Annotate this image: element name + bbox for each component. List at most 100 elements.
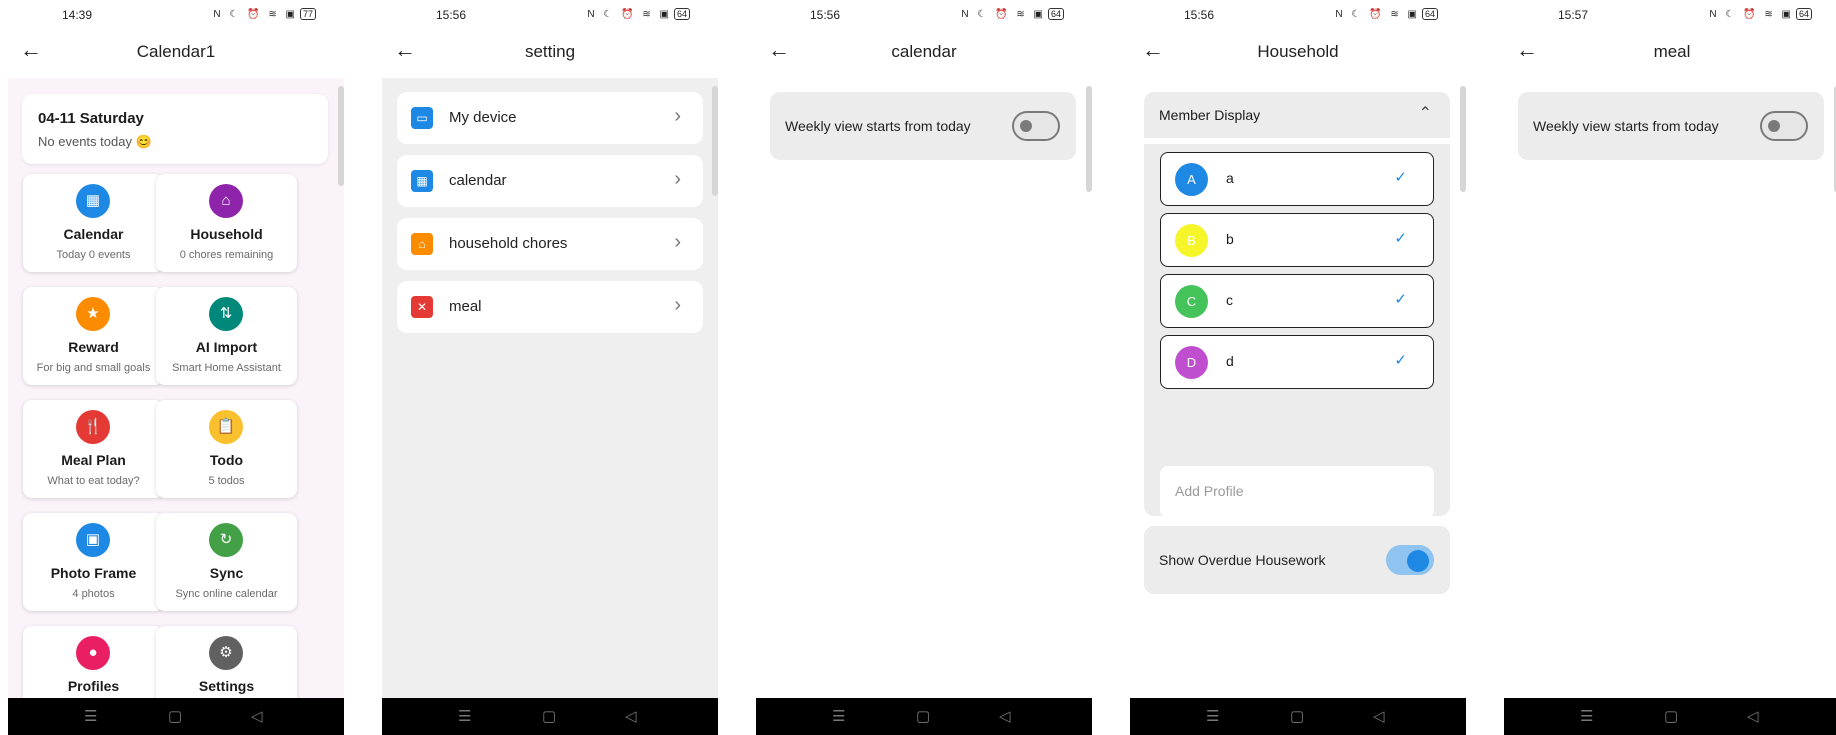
device-icon: ▭ xyxy=(411,107,433,129)
tile-name: Calendar xyxy=(63,226,124,242)
tile-reward[interactable]: ★ Reward For big and small goals xyxy=(23,287,164,385)
tile-household[interactable]: ⌂ Household 0 chores remaining xyxy=(156,174,297,272)
page-title: Household xyxy=(1257,42,1339,61)
tile-meal-plan[interactable]: 🍴 Meal Plan What to eat today? xyxy=(23,400,164,498)
back-button[interactable]: ◁ xyxy=(1747,707,1759,725)
member-name: d xyxy=(1226,353,1234,369)
status-icons: N ☾ ⏰ ≋ ▣ 64 xyxy=(1709,8,1812,20)
swap-icon: ⇅ xyxy=(209,297,243,331)
tile-subtitle: 0 chores remaining xyxy=(179,249,274,261)
recents-button[interactable]: ☰ xyxy=(84,707,97,725)
weekly-view-setting-row: Weekly view starts from today xyxy=(1518,92,1824,160)
back-button[interactable]: ◁ xyxy=(999,707,1011,725)
back-button[interactable]: ◁ xyxy=(1373,707,1385,725)
meal-settings-screen: 15:57 N ☾ ⏰ ≋ ▣ 64 ← meal Weekly view sta… xyxy=(1504,0,1836,735)
app-bar: ← meal xyxy=(1504,28,1836,74)
calendar-icon: ▦ xyxy=(411,170,433,192)
chevron-right-icon: › xyxy=(674,105,681,127)
person-icon: ● xyxy=(76,636,110,670)
avatar: D xyxy=(1175,346,1208,379)
recents-button[interactable]: ☰ xyxy=(458,707,471,725)
tile-subtitle: 5 todos xyxy=(208,475,245,487)
page-title: setting xyxy=(524,42,576,61)
today-card[interactable]: 04-11 Saturday No events today 😊 xyxy=(22,94,328,164)
scrollbar[interactable] xyxy=(1460,86,1466,192)
settings-row-label: meal xyxy=(449,298,482,315)
settings-row-label: household chores xyxy=(449,235,568,252)
scrollbar[interactable] xyxy=(712,86,718,196)
tile-photo-frame[interactable]: ▣ Photo Frame 4 photos xyxy=(23,513,164,611)
overdue-housework-toggle[interactable] xyxy=(1386,545,1434,575)
toggle-knob xyxy=(1768,120,1780,132)
home-button[interactable]: ▢ xyxy=(1290,707,1304,725)
meal-settings: Weekly view starts from today xyxy=(1504,78,1836,698)
status-bar: 15:56 N ☾ ⏰ ≋ ▣ 64 xyxy=(756,0,1092,28)
tile-todo[interactable]: 📋 Todo 5 todos xyxy=(156,400,297,498)
member-display-label: Member Display xyxy=(1159,107,1261,123)
weekly-view-setting-row: Weekly view starts from today xyxy=(770,92,1076,160)
home-button[interactable]: ▢ xyxy=(168,707,182,725)
tile-name: Reward xyxy=(68,339,119,355)
scrollbar[interactable] xyxy=(338,86,344,186)
scrollbar[interactable] xyxy=(1086,86,1092,192)
home-button[interactable]: ▢ xyxy=(916,707,930,725)
weekly-view-toggle[interactable] xyxy=(1012,111,1060,141)
tile-name: Todo xyxy=(209,452,244,468)
settings-row-my-device[interactable]: ▭ My device › xyxy=(397,92,703,144)
recents-button[interactable]: ☰ xyxy=(1580,707,1593,725)
app-bar: ← setting xyxy=(382,28,718,74)
dashboard: 04-11 Saturday No events today 😊 ▦ Calend… xyxy=(8,78,344,698)
battery-icon: 64 xyxy=(1047,8,1064,20)
member-item-d[interactable]: Dd ✓ xyxy=(1160,335,1434,389)
tile-name: Profiles xyxy=(67,678,120,694)
home-button[interactable]: ▢ xyxy=(1664,707,1678,725)
tile-name: Meal Plan xyxy=(61,452,126,468)
member-item-a[interactable]: Aa ✓ xyxy=(1160,152,1434,206)
weekly-view-label: Weekly view starts from today xyxy=(1533,118,1719,134)
add-profile-placeholder: Add Profile xyxy=(1175,483,1244,499)
status-icons: N ☾ ⏰ ≋ ▣ 64 xyxy=(587,8,690,20)
member-item-b[interactable]: Bb ✓ xyxy=(1160,213,1434,267)
add-profile-input[interactable]: Add Profile xyxy=(1160,466,1434,518)
status-bar: 15:57 N ☾ ⏰ ≋ ▣ 64 xyxy=(1504,0,1836,28)
tile-subtitle: Today 0 events xyxy=(56,249,131,261)
home-button[interactable]: ▢ xyxy=(542,707,556,725)
cutlery-icon: ✕ xyxy=(411,296,433,318)
tile-name: Photo Frame xyxy=(50,565,137,581)
household-settings-screen: 15:56 N ☾ ⏰ ≋ ▣ 64 ← Household Member Dis… xyxy=(1130,0,1466,735)
member-item-c[interactable]: Cc ✓ xyxy=(1160,274,1434,328)
status-bar: 15:56 N ☾ ⏰ ≋ ▣ 64 xyxy=(1130,0,1466,28)
back-button[interactable]: ◁ xyxy=(625,707,637,725)
recents-button[interactable]: ☰ xyxy=(1206,707,1219,725)
clipboard-icon: 📋 xyxy=(209,410,243,444)
home-icon: ⌂ xyxy=(209,184,243,218)
system-nav-bar: ☰ ▢ ◁ xyxy=(382,698,718,735)
status-icons: N ☾ ⏰ ≋ ▣ 64 xyxy=(1335,8,1438,20)
toggle-knob xyxy=(1020,120,1032,132)
tile-ai-import[interactable]: ⇅ AI Import Smart Home Assistant xyxy=(156,287,297,385)
household-settings: Member Display ⌃ Aa ✓ Bb ✓ Cc ✓ Dd ✓ Add Profil… xyxy=(1130,78,1466,698)
tile-profiles[interactable]: ● Profiles xyxy=(23,626,164,698)
member-display-panel: Aa ✓ Bb ✓ Cc ✓ Dd ✓ Add Profile xyxy=(1144,144,1450,518)
status-time: 15:57 xyxy=(1558,8,1589,22)
check-icon: ✓ xyxy=(1394,352,1407,369)
calendar-settings-screen: 15:56 N ☾ ⏰ ≋ ▣ 64 ← calendar Weekly view… xyxy=(756,0,1092,735)
status-bar: 15:56 N ☾ ⏰ ≋ ▣ 64 xyxy=(382,0,718,28)
settings-row-meal[interactable]: ✕ meal › xyxy=(397,281,703,333)
star-icon: ★ xyxy=(76,297,110,331)
recents-button[interactable]: ☰ xyxy=(832,707,845,725)
settings-row-household-chores[interactable]: ⌂ household chores › xyxy=(397,218,703,270)
settings-row-calendar[interactable]: ▦ calendar › xyxy=(397,155,703,207)
member-display-header[interactable]: Member Display ⌃ xyxy=(1144,92,1450,138)
tile-settings[interactable]: ⚙ Settings xyxy=(156,626,297,698)
back-button[interactable]: ◁ xyxy=(251,707,263,725)
tile-calendar[interactable]: ▦ Calendar Today 0 events xyxy=(23,174,164,272)
settings-row-label: calendar xyxy=(449,172,507,189)
page-title: Calendar1 xyxy=(136,42,216,61)
weekly-view-toggle[interactable] xyxy=(1760,111,1808,141)
tile-sync[interactable]: ↻ Sync Sync online calendar xyxy=(156,513,297,611)
chevron-right-icon: › xyxy=(674,294,681,316)
member-name: c xyxy=(1226,292,1233,308)
tile-subtitle: Smart Home Assistant xyxy=(172,362,281,374)
battery-icon: 64 xyxy=(1421,8,1438,20)
